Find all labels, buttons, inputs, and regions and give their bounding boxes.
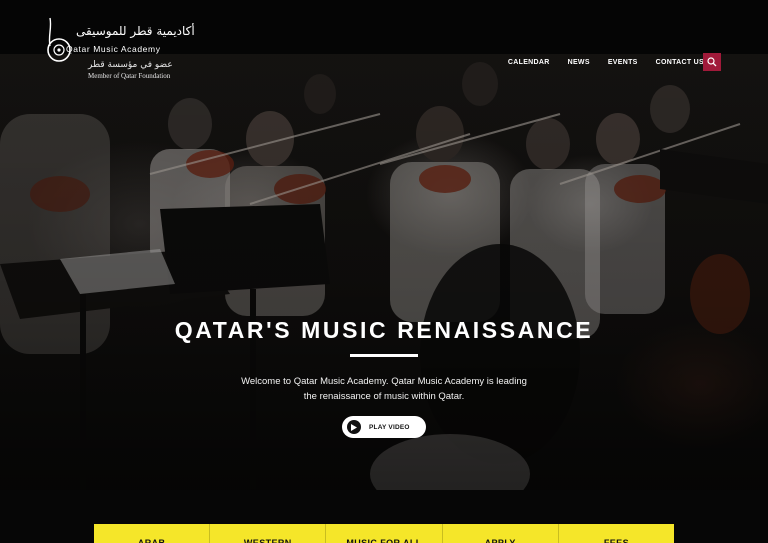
tab-apply[interactable]: APPLY [441,524,558,543]
tab-fees[interactable]: FEES [557,524,674,543]
nav-news[interactable]: NEWS [568,58,590,68]
logo-arabic-name: أكاديمية قطر للموسيقى [76,24,195,38]
tab-arab[interactable]: ARAB [94,524,209,543]
logo-member-arabic: عضو في مؤسسة قطر [88,60,173,70]
play-video-label: PLAY VIDEO [369,423,410,431]
main-nav: CALENDAR NEWS EVENTS CONTACT US [490,58,704,68]
tab-western[interactable]: WESTERN [209,524,325,543]
search-button[interactable] [703,53,721,71]
logo-member-english: Member of Qatar Foundation [88,72,171,80]
logo-english-name: Qatar Music Academy [66,44,161,54]
hero-title: QATAR'S MUSIC RENAISSANCE [174,317,594,343]
play-icon [347,420,361,434]
nav-calendar[interactable]: CALENDAR [508,58,550,68]
hero-description: Welcome to Qatar Music Academy. Qatar Mu… [241,376,527,402]
search-icon [707,57,717,67]
tab-music-for-all[interactable]: MUSIC FOR ALL [325,524,441,543]
program-tabs: ARAB WESTERN MUSIC FOR ALL APPLY FEES [94,524,674,543]
play-video-button[interactable]: PLAY VIDEO [342,416,426,438]
hero-divider [350,354,418,357]
logo-oud-icon [47,17,71,62]
nav-contact-us[interactable]: CONTACT US [656,58,704,68]
qatar-music-academy-logo[interactable]: أكاديمية قطر للموسيقى Qatar Music Academ… [44,14,195,84]
nav-events[interactable]: EVENTS [608,58,638,68]
